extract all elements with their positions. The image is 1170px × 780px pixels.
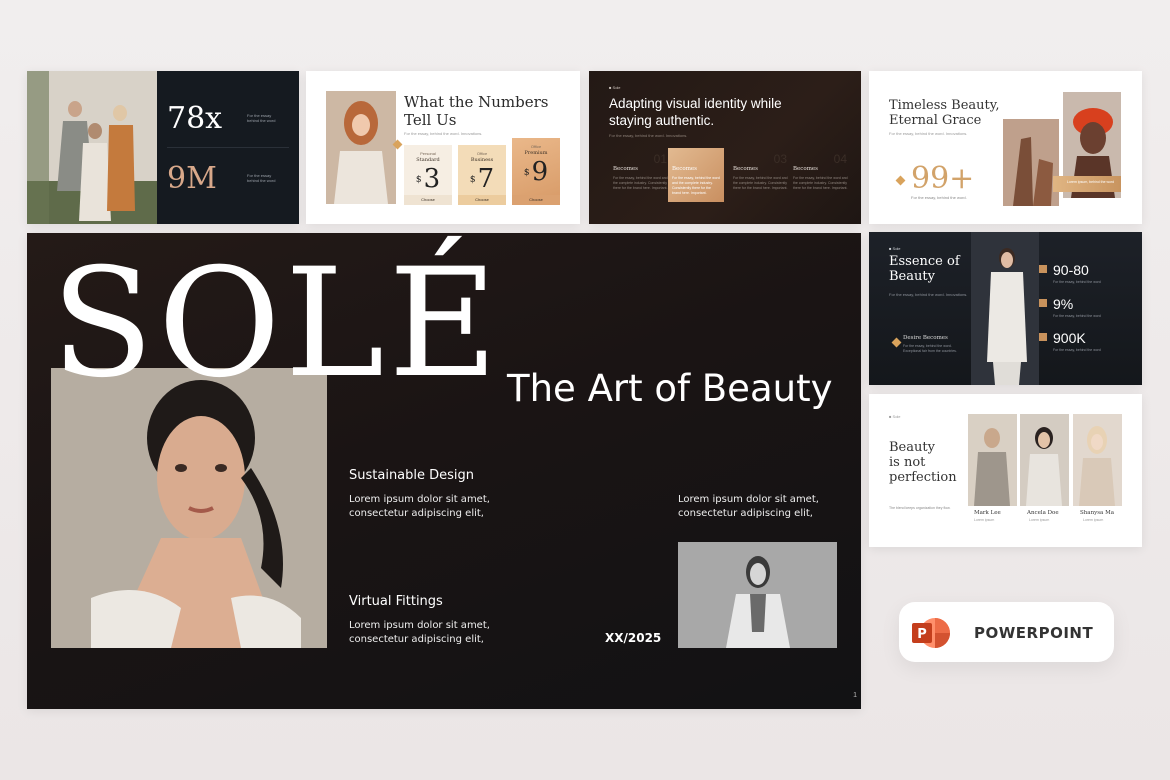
stat-9-percent: 9% For the essay, behind the word [1039,296,1101,318]
slide-thumbnail-team[interactable]: ■ Sole Beauty is not perfection The blen… [869,394,1142,547]
brand-mark: ■ Sole [889,414,901,419]
slide-thumbnail-essence[interactable]: ■ Sole Essence of Beauty For the essay, … [869,232,1142,385]
slide-thumbnail-timeless[interactable]: Timeless Beauty, Eternal Grace For the e… [869,71,1142,224]
hand-photo [1003,119,1059,206]
team-photo [968,414,1017,506]
brand-logo: SOLÉ [51,237,502,411]
stat-caption: For the essay behind the word [247,173,276,183]
team-photo [1073,414,1122,506]
person-name: Ancela Doe [1027,510,1059,516]
stat-78x: 78x [167,101,223,136]
section-heading-sustainable: Sustainable Design [349,468,475,483]
section-text: Lorem ipsum dolor sit amet, consectetur … [349,620,490,645]
column-4: 04 Becomes For the essay, behind the wor… [793,152,848,190]
choose-button[interactable]: Choose [458,195,506,205]
bw-model-photo [678,542,837,648]
desire-heading: Desire Becomes [903,335,948,341]
person-role: Lorem ipsum [974,518,995,522]
section-heading-virtual: Virtual Fittings [349,594,443,609]
person-role: Lorem ipsum [1083,518,1104,522]
slide-subtitle: For the essay, behind the word. Innovati… [889,131,968,136]
brand-mark: ■ Sole [889,246,901,251]
slide-title: Beauty is not perfection [889,440,957,485]
team-photo [1020,414,1069,506]
slide-title: Timeless Beauty, Eternal Grace [889,98,1000,128]
slide-subtitle: For the essay, behind the word. Innovati… [609,133,688,138]
column-3: 03 Becomes For the essay, behind the wor… [733,152,788,190]
column-2-highlight: Becomes For the essay, behind the word a… [668,148,724,202]
pricing-card-business[interactable]: Office Business $7 Choose [458,145,506,205]
redhead-photo [326,91,396,204]
date-label: XX/2025 [605,631,662,645]
slide-thumbnail-stats[interactable]: 78x For the essay behind the word 9M For… [27,71,299,224]
powerpoint-icon: P [912,618,950,648]
person-role: Lorem ipsum [1029,518,1050,522]
slide-title: Adapting visual identity while staying a… [609,96,782,128]
square-icon [1039,299,1047,307]
slide-title: What the Numbers Tell Us [404,93,549,129]
slide-subtitle: The blend keeps organization they flow. [889,506,951,510]
diamond-icon [895,175,906,186]
slide-thumbnail-identity[interactable]: ■ Sole Adapting visual identity while st… [589,71,861,224]
stat-90-80: 90-80 For the essay, behind the word [1039,262,1101,284]
tagline: The Art of Beauty [507,367,833,410]
slide-subtitle: For the essay, behind the word. Innovati… [889,292,968,297]
section-text: Lorem ipsum dolor sit amet, consectetur … [349,494,490,519]
stat-caption: For the essay behind the word [247,113,276,123]
main-slide-preview[interactable]: SOLÉ The Art of Beauty Sustainable Desig… [27,233,861,709]
section-text: Lorem ipsum dolor sit amet, consectetur … [678,494,819,519]
svg-text:P: P [917,627,927,642]
desire-text: For the essay, behind the word. Exceptio… [903,344,957,353]
square-icon [1039,333,1047,341]
choose-button[interactable]: Choose [512,195,560,205]
person-name: Mark Lee [974,510,1001,516]
caption-tag: Lorem ipsum, behind the word [1053,176,1121,192]
pricing-card-standard[interactable]: Personal Standard $3 Choose [404,145,452,205]
pricing-card-premium[interactable]: Office Premium $9 Choose [512,138,560,205]
choose-button[interactable]: Choose [404,195,452,205]
person-name: Shanysa Ma [1080,510,1114,516]
powerpoint-label: POWERPOINT [974,624,1094,642]
stat-900k: 900K For the essay, behind the word [1039,330,1101,352]
group-photo [27,71,157,224]
stat-9m: 9M [167,161,217,196]
powerpoint-badge[interactable]: P POWERPOINT [899,602,1114,662]
slide-thumbnail-numbers[interactable]: What the Numbers Tell Us For the essay, … [306,71,580,224]
slide-subtitle: For the essay, behind the word. Innovati… [404,131,483,136]
column-1: 01 Becomes For the essay, behind the wor… [613,152,668,190]
page-number: 1 [853,692,857,699]
slide-title: Essence of Beauty [889,254,960,284]
white-suit-model-photo [971,232,1039,385]
brand-mark: ■ Sole [609,85,621,90]
divider [167,147,289,148]
stat-99: 99+ [911,161,975,196]
stat-caption: For the essay, behind the word. [911,195,967,200]
square-icon [1039,265,1047,273]
